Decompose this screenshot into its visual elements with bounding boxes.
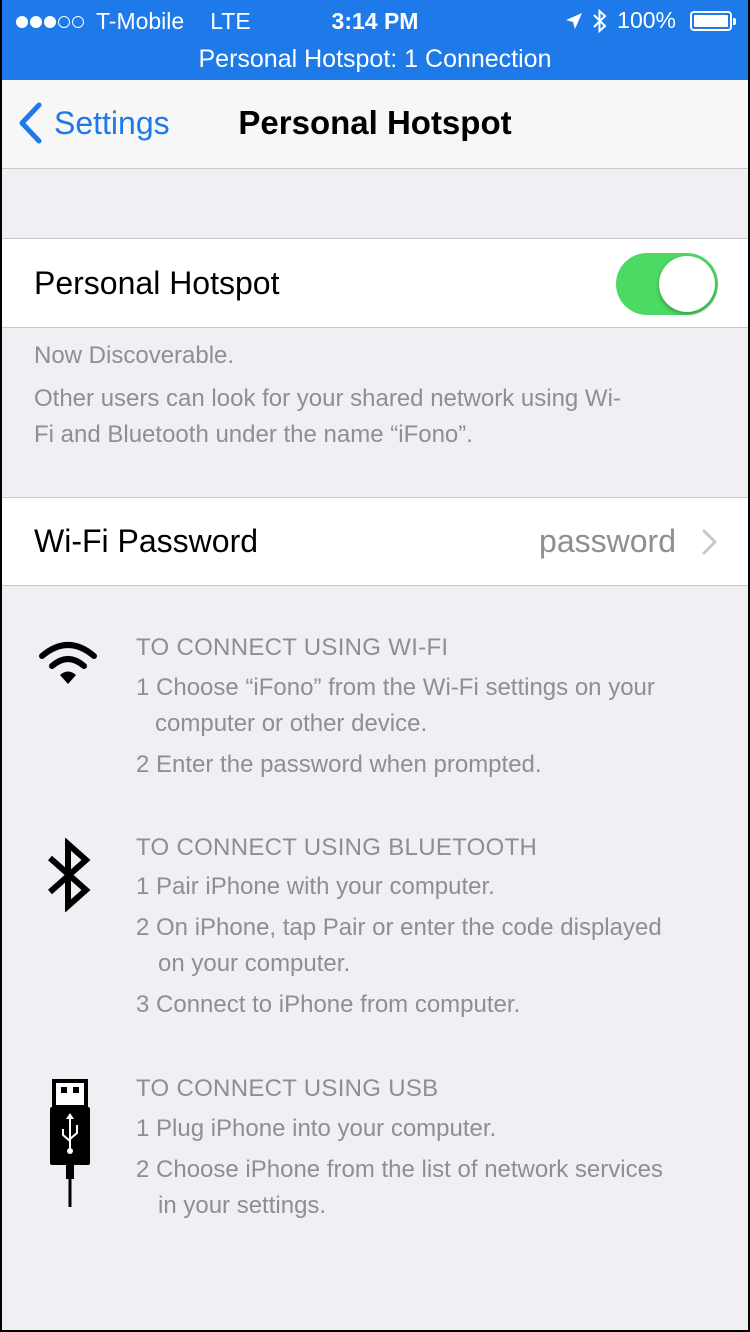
wifi-step-1-text-b: computer or other device. <box>155 710 428 737</box>
toggle-knob <box>659 256 715 312</box>
personal-hotspot-label: Personal Hotspot <box>34 265 280 301</box>
location-arrow-icon <box>566 12 583 29</box>
usb-cable-icon <box>50 1079 90 1207</box>
navigation-bar: Settings Personal Hotspot <box>2 80 748 169</box>
usb-instructions-header: TO CONNECT USING USB <box>136 1075 439 1102</box>
wifi-step-1-number: 1 <box>136 674 150 701</box>
personal-hotspot-toggle[interactable] <box>616 253 718 315</box>
wifi-icon <box>39 642 97 684</box>
bluetooth-step-3: 3 Connect to iPhone from computer. <box>136 991 521 1018</box>
chevron-right-icon <box>702 529 717 555</box>
wifi-instructions-header: TO CONNECT USING WI-FI <box>136 634 449 661</box>
discoverable-description-line1: Other users can look for your shared net… <box>34 385 621 412</box>
discoverable-description-line2: Fi and Bluetooth under the name “iFono”. <box>34 421 473 448</box>
wifi-password-value: password <box>539 523 676 559</box>
wifi-step-1-text-a: Choose “iFono” from the Wi-Fi settings o… <box>156 674 655 701</box>
bluetooth-step-2: 2 On iPhone, tap Pair or enter the code … <box>136 910 732 982</box>
battery-percent: 100% <box>617 7 676 33</box>
wifi-step-1: 1 Choose “iFono” from the Wi-Fi settings… <box>136 670 732 742</box>
wifi-password-label: Wi-Fi Password <box>34 523 259 559</box>
status-bar: T-Mobile LTE 3:14 PM 100% <box>2 0 748 42</box>
usb-step-1: 1 Plug iPhone into your computer. <box>136 1115 497 1142</box>
bluetooth-icon <box>593 8 607 33</box>
bluetooth-instructions-header: TO CONNECT USING BLUETOOTH <box>136 834 538 861</box>
hotspot-connection-banner[interactable]: Personal Hotspot: 1 Connection <box>2 42 748 80</box>
usb-step-2: 2 Choose iPhone from the list of network… <box>136 1152 732 1224</box>
wifi-step-2: 2 Enter the password when prompted. <box>136 751 542 778</box>
status-right: 100% <box>565 7 736 34</box>
bluetooth-step-1: 1 Pair iPhone with your computer. <box>136 873 495 900</box>
page-title: Personal Hotspot <box>238 104 512 141</box>
bluetooth-step-2-text-b: on your computer. <box>158 950 351 977</box>
wifi-password-cell[interactable]: Wi-Fi Password password <box>2 497 748 586</box>
discoverable-status: Now Discoverable. <box>34 342 235 369</box>
personal-hotspot-cell: Personal Hotspot <box>2 238 748 328</box>
bluetooth-icon <box>48 838 91 912</box>
battery-icon <box>690 10 736 31</box>
bluetooth-step-2-text-a: 2 On iPhone, tap Pair or enter the code … <box>136 914 662 941</box>
usb-step-2-text-b: in your settings. <box>158 1192 327 1219</box>
usb-step-2-text-a: 2 Choose iPhone from the list of network… <box>136 1156 663 1183</box>
